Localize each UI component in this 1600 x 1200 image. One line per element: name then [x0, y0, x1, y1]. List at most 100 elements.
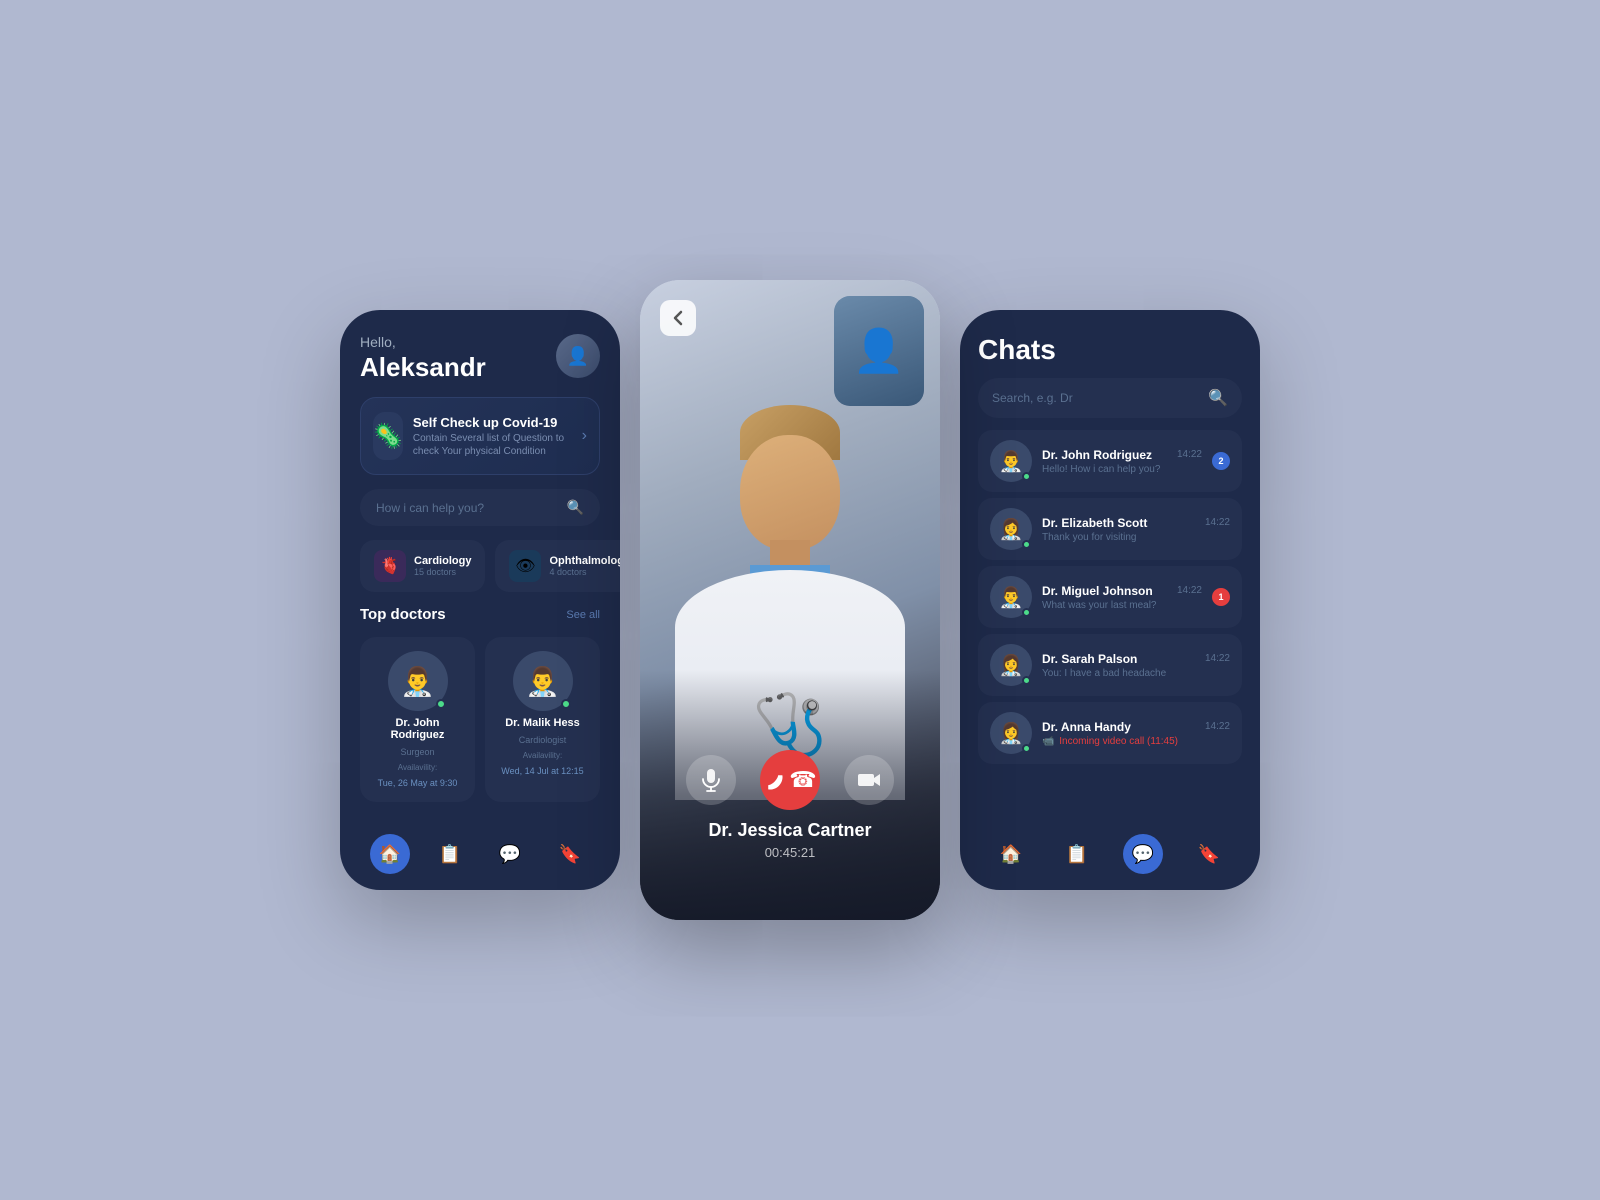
greeting-block: Hello, Aleksandr [360, 334, 486, 383]
pip-patient-avatar: 👤 [834, 296, 924, 406]
chat-name-4: Dr. Anna Handy [1042, 720, 1131, 734]
nav-home[interactable]: 🏠 [370, 834, 410, 874]
chat-item-2[interactable]: 👨‍⚕️ Dr. Miguel Johnson 14:22 What was y… [978, 566, 1242, 628]
search-bar[interactable]: How i can help you? 🔍 [360, 489, 600, 526]
chat-content-4: Dr. Anna Handy 14:22 📹 Incoming video ca… [1042, 720, 1230, 747]
chat-avatar-1: 👩‍⚕️ [990, 508, 1032, 550]
chat-avatar-3: 👩‍⚕️ [990, 644, 1032, 686]
chat-name-row-2: Dr. Miguel Johnson 14:22 [1042, 584, 1202, 598]
cardiology-name: Cardiology [414, 555, 471, 567]
chat-item-4[interactable]: 👩‍⚕️ Dr. Anna Handy 14:22 📹 Incoming vid… [978, 702, 1242, 764]
video-call-icon: 📹 [1042, 736, 1054, 747]
chat-message-4: Incoming video call (11:45) [1059, 736, 1178, 747]
home-header: Hello, Aleksandr 👤 [360, 334, 600, 383]
chat-time-2: 14:22 [1177, 585, 1202, 596]
greeting-text: Hello, [360, 334, 486, 350]
category-ophthalmology[interactable]: 👁 Ophthalmology 4 doctors [495, 540, 620, 592]
chat-name-2: Dr. Miguel Johnson [1042, 584, 1153, 598]
chat-online-4 [1022, 744, 1031, 753]
chat-message-1: Thank you for visiting [1042, 532, 1230, 543]
camera-icon [857, 771, 881, 789]
chat-item-0[interactable]: 👨‍⚕️ Dr. John Rodriguez 14:22 Hello! How… [978, 430, 1242, 492]
covid-card-text: Self Check up Covid-19 Contain Several l… [413, 415, 572, 458]
chats-bottom-nav: 🏠 📋 💬 🔖 [978, 826, 1242, 874]
chat-badge-2: 1 [1212, 588, 1230, 606]
chat-name-1: Dr. Elizabeth Scott [1042, 516, 1147, 530]
chat-item-3[interactable]: 👩‍⚕️ Dr. Sarah Palson 14:22 You: I have … [978, 634, 1242, 696]
cardiology-count: 15 doctors [414, 567, 471, 577]
search-placeholder: How i can help you? [376, 501, 484, 515]
doctor-name-1: Dr. Malik Hess [505, 717, 580, 729]
call-info: Dr. Jessica Cartner 00:45:21 [640, 820, 940, 860]
doctor-card-1[interactable]: 👨‍⚕️ Dr. Malik Hess Cardiologist Availav… [485, 637, 600, 802]
pip-video: 👤 [834, 296, 924, 406]
video-back-button[interactable] [660, 300, 696, 336]
user-avatar[interactable]: 👤 [556, 334, 600, 378]
covid-card-desc: Contain Several list of Question to chec… [413, 432, 572, 458]
ophthalmology-name: Ophthalmology [549, 555, 620, 567]
chats-title: Chats [978, 334, 1242, 366]
search-icon: 🔍 [567, 499, 584, 516]
chats-search-placeholder: Search, e.g. Dr [992, 391, 1073, 405]
phone-video-call: 🩺 👤 [640, 280, 940, 920]
phones-container: Hello, Aleksandr 👤 🦠 Self Check up Covid… [340, 280, 1260, 920]
doctor-avatar-1: 👨‍⚕️ [513, 651, 573, 711]
doctors-row: 👨‍⚕️ Dr. John Rodriguez Surgeon Availavi… [360, 637, 600, 802]
chat-name-0: Dr. John Rodriguez [1042, 448, 1152, 462]
doctor-card-0[interactable]: 👨‍⚕️ Dr. John Rodriguez Surgeon Availavi… [360, 637, 475, 802]
avail-label-1: Availavility: [523, 751, 562, 760]
covid-icon: 🦠 [373, 412, 403, 460]
nav-chat[interactable]: 💬 [490, 834, 530, 874]
call-controls: ☎ [640, 750, 940, 810]
chat-avatar-4: 👩‍⚕️ [990, 712, 1032, 754]
chat-list: 👨‍⚕️ Dr. John Rodriguez 14:22 Hello! How… [978, 430, 1242, 814]
chat-name-row-1: Dr. Elizabeth Scott 14:22 [1042, 516, 1230, 530]
top-doctors-title: Top doctors [360, 606, 446, 623]
avail-time-1: Wed, 14 Jul at 12:15 [501, 766, 583, 776]
doctor-name-0: Dr. John Rodriguez [370, 717, 465, 741]
camera-button[interactable] [844, 755, 894, 805]
chat-online-2 [1022, 608, 1031, 617]
chats-nav-chat[interactable]: 💬 [1123, 834, 1163, 874]
chats-search-bar[interactable]: Search, e.g. Dr 🔍 [978, 378, 1242, 418]
doctor-spec-1: Cardiologist [519, 735, 567, 745]
chat-avatar-2: 👨‍⚕️ [990, 576, 1032, 618]
top-doctors-header: Top doctors See all [360, 606, 600, 623]
chat-time-4: 14:22 [1205, 721, 1230, 732]
chat-name-3: Dr. Sarah Palson [1042, 652, 1137, 666]
see-all-button[interactable]: See all [566, 609, 600, 621]
call-timer: 00:45:21 [640, 845, 940, 860]
categories-row: 🫀 Cardiology 15 doctors 👁 Ophthalmology … [360, 540, 600, 592]
ophthalmology-info: Ophthalmology 4 doctors [549, 555, 620, 577]
chat-online-3 [1022, 676, 1031, 685]
covid-card[interactable]: 🦠 Self Check up Covid-19 Contain Several… [360, 397, 600, 475]
online-indicator-0 [436, 699, 446, 709]
chats-nav-calendar[interactable]: 📋 [1057, 834, 1097, 874]
end-call-icon [763, 767, 789, 793]
chat-message-0: Hello! How i can help you? [1042, 464, 1202, 475]
chat-time-3: 14:22 [1205, 653, 1230, 664]
mic-button[interactable] [686, 755, 736, 805]
nav-bookmark[interactable]: 🔖 [550, 834, 590, 874]
phone-home: Hello, Aleksandr 👤 🦠 Self Check up Covid… [340, 310, 620, 890]
chat-name-row-3: Dr. Sarah Palson 14:22 [1042, 652, 1230, 666]
phone-chats: Chats Search, e.g. Dr 🔍 👨‍⚕️ Dr. John Ro… [960, 310, 1260, 890]
user-name: Aleksandr [360, 352, 486, 383]
nav-calendar[interactable]: 📋 [430, 834, 470, 874]
end-call-button[interactable]: ☎ [760, 750, 820, 810]
chat-message-2: What was your last meal? [1042, 600, 1202, 611]
doctor-spec-0: Surgeon [400, 747, 434, 757]
chat-item-1[interactable]: 👩‍⚕️ Dr. Elizabeth Scott 14:22 Thank you… [978, 498, 1242, 560]
category-cardiology[interactable]: 🫀 Cardiology 15 doctors [360, 540, 485, 592]
chats-nav-bookmark[interactable]: 🔖 [1189, 834, 1229, 874]
chat-online-1 [1022, 540, 1031, 549]
ophthalmology-count: 4 doctors [549, 567, 620, 577]
chats-nav-home[interactable]: 🏠 [991, 834, 1031, 874]
online-indicator-1 [561, 699, 571, 709]
chat-content-0: Dr. John Rodriguez 14:22 Hello! How i ca… [1042, 448, 1202, 475]
chat-avatar-0: 👨‍⚕️ [990, 440, 1032, 482]
chat-time-1: 14:22 [1205, 517, 1230, 528]
covid-card-title: Self Check up Covid-19 [413, 415, 572, 430]
cardiology-info: Cardiology 15 doctors [414, 555, 471, 577]
bottom-nav: 🏠 📋 💬 🔖 [360, 826, 600, 874]
